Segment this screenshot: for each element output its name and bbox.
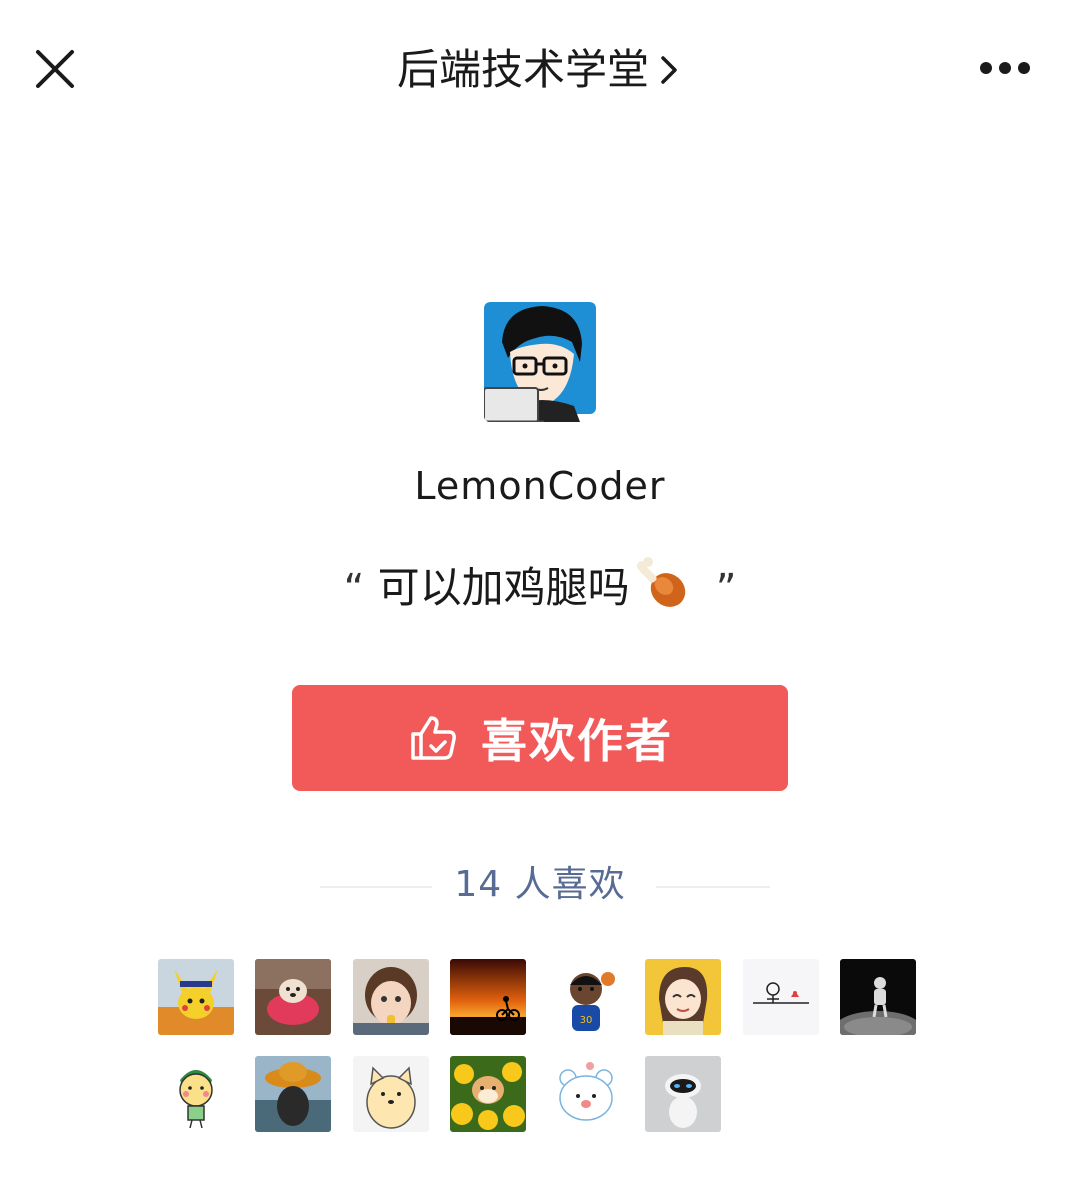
dog-in-bucket-avatar (255, 959, 331, 1035)
shiba-sunflower-avatar (450, 1056, 526, 1132)
like-author-button[interactable]: 喜欢作者 (292, 685, 788, 791)
account-title-link[interactable]: 后端技术学堂 (397, 40, 683, 100)
shiba-cartoon-avatar (353, 1056, 429, 1132)
liker-avatar[interactable] (353, 959, 429, 1035)
more-options-button[interactable] (972, 48, 1038, 88)
liker-avatar[interactable] (548, 1056, 624, 1132)
hat-person-avatar (255, 1056, 331, 1132)
cartoon-basketball-avatar: 30 (548, 959, 624, 1035)
chevron-right-icon (661, 56, 677, 84)
like-author-label: 喜欢作者 (481, 714, 673, 768)
top-bar: 后端技术学堂 (0, 0, 1080, 140)
cartoon-girl-avatar (645, 959, 721, 1035)
author-avatar-image (484, 302, 596, 422)
liker-avatar[interactable] (743, 959, 819, 1035)
author-quote-text: 可以加鸡腿吗 (377, 563, 630, 612)
liker-avatar[interactable] (450, 959, 526, 1035)
white-bear-avatar (548, 1056, 624, 1132)
pikachu-avatar (158, 959, 234, 1035)
astronaut-avatar (840, 959, 916, 1035)
robot-avatar (645, 1056, 721, 1132)
liker-avatar[interactable] (645, 1056, 721, 1132)
author-name: LemonCoder (414, 464, 666, 508)
sunset-cyclist-avatar (450, 959, 526, 1035)
quote-close-mark: ” (715, 566, 737, 612)
liker-avatar[interactable] (158, 959, 234, 1035)
account-title: 后端技术学堂 (396, 45, 649, 94)
toddler-avatar (353, 959, 429, 1035)
drumstick-emoji-icon (636, 557, 685, 607)
liker-avatar[interactable] (840, 959, 916, 1035)
liker-avatar[interactable] (255, 959, 331, 1035)
liker-avatar[interactable] (255, 1056, 331, 1132)
liker-avatar[interactable] (645, 959, 721, 1035)
author-avatar[interactable] (484, 302, 596, 422)
likes-count-text: 14 人喜欢 (454, 864, 626, 905)
likes-summary-row: 14 人喜欢 (0, 860, 1080, 910)
liker-avatar[interactable] (353, 1056, 429, 1132)
sketch-line-avatar (743, 959, 819, 1035)
more-icon (980, 62, 1030, 74)
thumbs-up-icon (411, 716, 456, 760)
liker-avatar[interactable] (450, 1056, 526, 1132)
liker-avatar[interactable]: 30 (548, 959, 624, 1035)
svg-text:30: 30 (580, 1015, 593, 1026)
cartoon-boy-avatar (158, 1056, 234, 1132)
author-quote: “ 可以加鸡腿吗 ” (0, 556, 1080, 621)
liker-avatar[interactable] (158, 1056, 234, 1132)
quote-open-mark: “ (343, 566, 365, 612)
